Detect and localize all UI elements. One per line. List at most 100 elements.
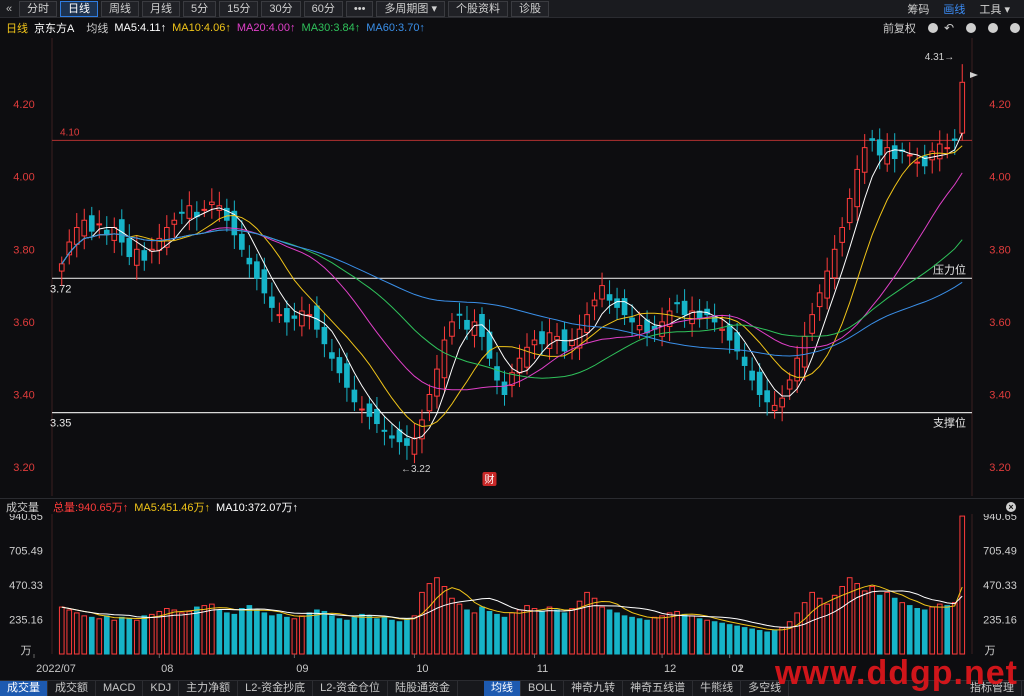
volume-total: 总量:940.65万↑ xyxy=(53,501,129,514)
volume-bar xyxy=(929,606,936,655)
period-tab[interactable]: 30分 xyxy=(261,0,301,17)
candle-body xyxy=(239,233,245,250)
indicator-tab[interactable]: KDJ xyxy=(143,680,180,696)
double-chevron-left-icon[interactable]: « xyxy=(2,3,16,15)
volume-bar xyxy=(606,609,613,655)
period-tab[interactable]: ••• xyxy=(345,0,374,17)
indicator-tab[interactable]: 神奇九转 xyxy=(564,680,624,696)
vol-tick-right: 470.33 xyxy=(983,580,1017,592)
x-axis-label: 11 xyxy=(537,663,548,675)
volume-bar xyxy=(81,615,88,655)
candle-body xyxy=(314,305,320,330)
volume-bar xyxy=(756,630,763,655)
candle-body xyxy=(929,150,936,161)
price-chart[interactable]: 4.20 4.20 4.00 4.00 3.80 3.80 3.60 3.60 3.40 3.40… xyxy=(0,38,1024,496)
toolbar-right: 筹码 画线 工具 ▾ xyxy=(907,0,1024,18)
indicator-tab[interactable]: 牛熊线 xyxy=(693,680,742,696)
resistance-label: 压力位 xyxy=(933,262,966,276)
period-tab[interactable]: 60分 xyxy=(303,0,343,17)
candle-body xyxy=(344,363,350,388)
candle-body xyxy=(764,390,770,403)
candle-body xyxy=(441,339,448,379)
watermark-text: www.ddgp.net xyxy=(774,654,1018,692)
candle-body xyxy=(681,300,688,316)
volume-bar xyxy=(599,606,605,655)
x-axis-label: 02 xyxy=(731,663,743,675)
price-tick-right: 3.80 xyxy=(989,244,1010,256)
indicator-tab[interactable]: BOLL xyxy=(521,680,565,696)
volume-bar xyxy=(269,615,275,655)
close-icon[interactable]: × xyxy=(1000,501,1016,513)
period-tab[interactable]: 多周期图 ▾ xyxy=(376,0,446,17)
undo-icon[interactable]: ↶ xyxy=(944,21,954,35)
volume-bar xyxy=(959,515,966,655)
volume-bar xyxy=(126,618,133,655)
indicator-tab[interactable]: 成交额 xyxy=(48,680,96,696)
toolbar-right-item[interactable]: 筹码 xyxy=(907,1,929,17)
candle-body xyxy=(254,261,260,279)
vol-tick-left: 235.16 xyxy=(9,615,43,627)
zoom-out-icon[interactable]: − xyxy=(982,22,998,34)
ma5-legend: MA5:4.11↑ xyxy=(114,22,167,34)
indicator-tab[interactable]: 均线 xyxy=(483,680,521,696)
candle-body xyxy=(321,326,328,345)
volume-bar xyxy=(73,612,80,655)
volume-bar xyxy=(351,616,358,655)
period-tab[interactable]: 日线 xyxy=(60,0,98,17)
indicator-tab[interactable]: L2-资金抄底 xyxy=(238,680,314,696)
indicator-tab[interactable]: 主力净额 xyxy=(179,680,239,696)
period-tab[interactable]: 个股资料 xyxy=(448,0,509,17)
volume-bar xyxy=(254,609,260,655)
indicator-type[interactable]: 均线 xyxy=(86,20,108,36)
candle-body xyxy=(178,211,185,214)
toolbar-right-item[interactable]: 工具 ▾ xyxy=(979,1,1010,17)
candle-body xyxy=(494,366,500,381)
volume-bar xyxy=(666,612,673,655)
volume-bar xyxy=(216,609,223,655)
volume-bar xyxy=(936,603,943,655)
candle-body xyxy=(81,219,88,237)
volume-bar xyxy=(156,610,163,655)
adjust-button[interactable]: 前复权 xyxy=(883,20,916,36)
period-tab[interactable]: 5分 xyxy=(183,0,217,17)
volume-bar xyxy=(854,583,861,655)
candle-body xyxy=(404,438,410,446)
volume-bar xyxy=(148,613,155,655)
volume-bar xyxy=(133,619,140,655)
candle-body xyxy=(366,403,373,417)
candle-body xyxy=(299,310,305,327)
candle-body xyxy=(734,332,740,352)
indicator-tab[interactable]: 陆股通资金 xyxy=(388,680,458,696)
indicator-tab[interactable]: MACD xyxy=(96,680,144,696)
indicator-tab[interactable]: 成交量 xyxy=(0,680,48,696)
toolbar-right-item[interactable]: 画线 xyxy=(943,1,965,17)
period-tab[interactable]: 周线 xyxy=(101,0,139,17)
candle-body xyxy=(209,201,215,206)
candle-body xyxy=(674,302,680,305)
period-tab[interactable]: 15分 xyxy=(219,0,259,17)
period-tab[interactable]: 诊股 xyxy=(511,0,550,17)
candle-body xyxy=(103,229,110,236)
indicator-tab[interactable]: L2-资金仓位 xyxy=(313,680,388,696)
candle-body xyxy=(464,319,470,330)
chart-settings-icon[interactable]: · xyxy=(1004,22,1020,34)
candle-body xyxy=(554,335,560,341)
candle-body xyxy=(246,257,253,265)
candle-body xyxy=(861,147,868,173)
volume-bar xyxy=(531,608,538,655)
period-tab[interactable]: 分时 xyxy=(19,0,57,17)
volume-bar xyxy=(554,609,560,655)
indicator-tab[interactable]: 神奇五线谱 xyxy=(623,680,694,696)
period-tab[interactable]: 月线 xyxy=(142,0,180,17)
ma-bar-controls: 前复权 ? ↶ + − · xyxy=(877,19,1020,37)
candle-body xyxy=(816,292,823,308)
zoom-in-icon[interactable]: + xyxy=(960,22,976,34)
volume-bar xyxy=(88,616,95,655)
help-icon[interactable]: ? xyxy=(922,22,938,34)
vol-tick-right: 705.49 xyxy=(983,545,1017,557)
volume-bar xyxy=(329,615,335,655)
candle-body xyxy=(434,368,440,397)
candle-body xyxy=(88,215,95,232)
volume-bar xyxy=(839,586,846,655)
volume-bar xyxy=(486,610,493,655)
